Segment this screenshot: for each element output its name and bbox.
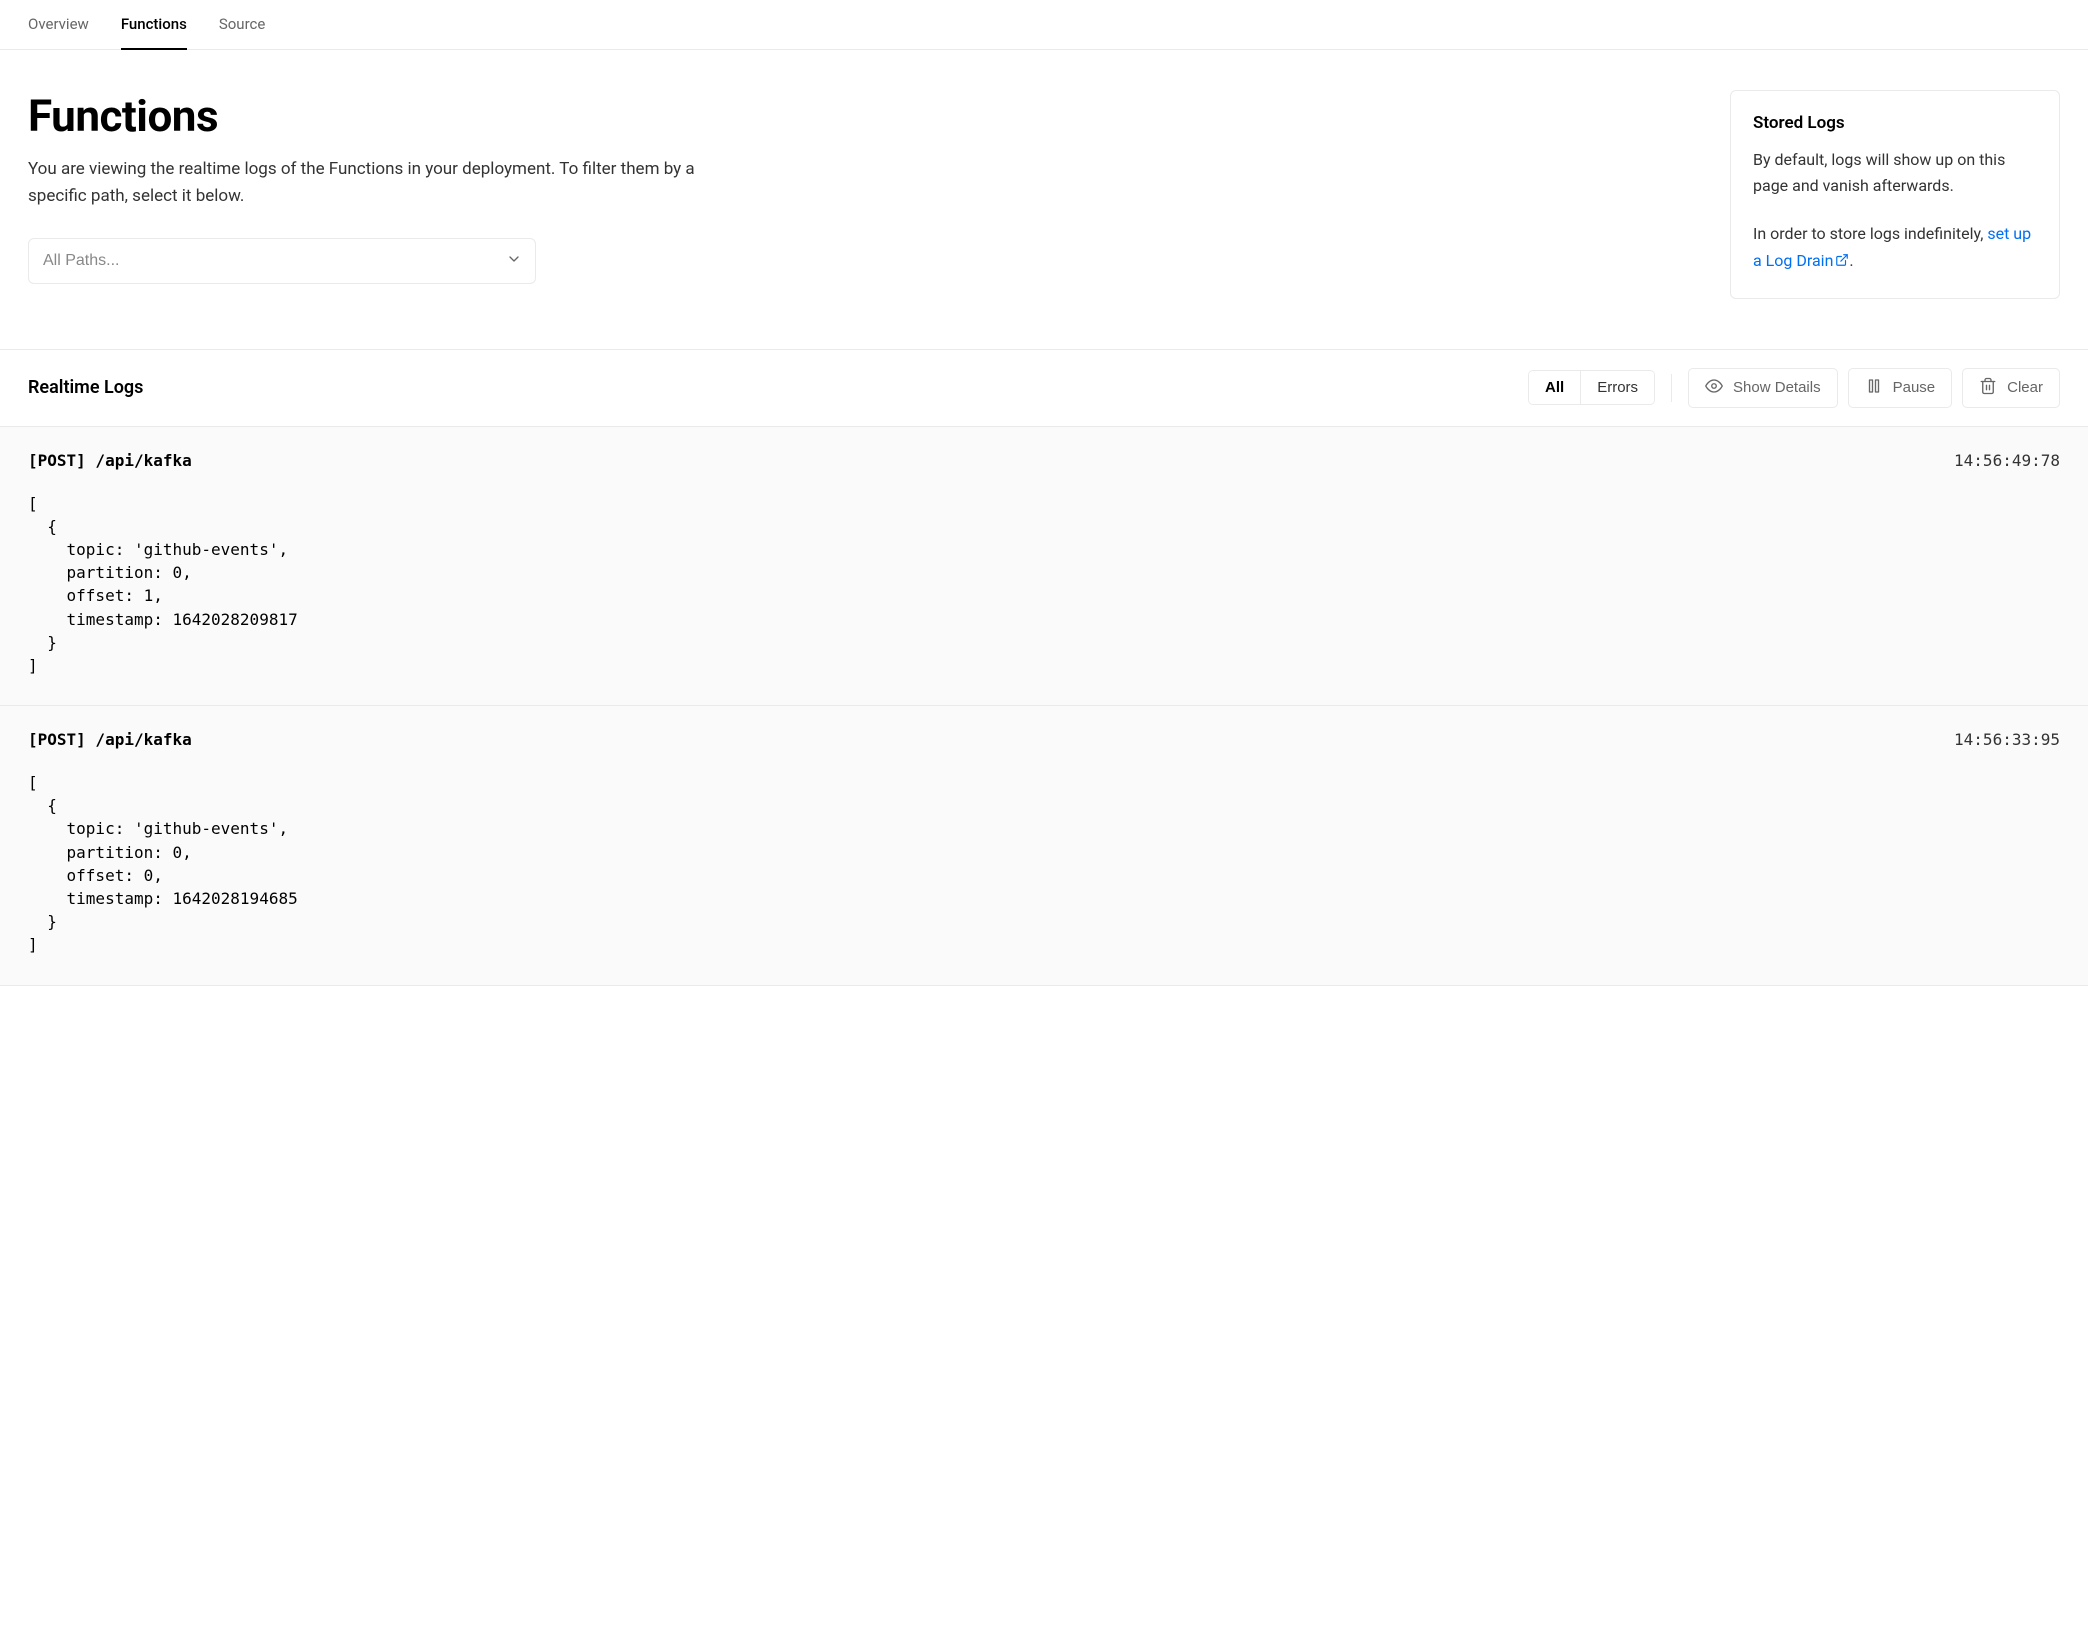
filter-all-button[interactable]: All [1529,371,1580,404]
log-time: 14:56:49:78 [1954,451,2060,470]
log-time: 14:56:33:95 [1954,730,2060,749]
eye-icon [1705,377,1723,399]
external-link-icon [1835,248,1849,275]
log-request: [POST] /api/kafka [28,451,192,470]
show-details-label: Show Details [1733,379,1821,396]
path-select-wrap: All Paths... [28,238,536,284]
log-filter-segmented: All Errors [1528,370,1655,405]
clear-button[interactable]: Clear [1962,368,2060,408]
pause-icon [1865,377,1883,399]
pause-button[interactable]: Pause [1848,368,1953,408]
logs-title: Realtime Logs [28,377,143,398]
deployment-tabs: Overview Functions Source [0,0,2088,50]
log-entry-body: [ { topic: 'github-events', partition: 0… [28,492,2060,678]
page-subtitle: You are viewing the realtime logs of the… [28,156,748,210]
clear-label: Clear [2007,379,2043,396]
path-select[interactable]: All Paths... [28,238,536,284]
logs-controls: All Errors Show Details Pause Clear [1528,368,2060,408]
tab-source[interactable]: Source [219,0,265,50]
main-column: Functions You are viewing the realtime l… [28,90,1682,284]
log-request: [POST] /api/kafka [28,730,192,749]
stored-logs-text-2b: . [1849,251,1853,270]
tab-overview[interactable]: Overview [28,0,89,50]
logs-body: [POST] /api/kafka 14:56:49:78 [ { topic:… [0,427,2088,986]
stored-logs-card: Stored Logs By default, logs will show u… [1730,90,2060,299]
log-entry-body: [ { topic: 'github-events', partition: 0… [28,771,2060,957]
tab-functions[interactable]: Functions [121,0,187,50]
page-content: Functions You are viewing the realtime l… [0,50,2088,349]
filter-errors-button[interactable]: Errors [1580,371,1654,404]
log-entry-head: [POST] /api/kafka 14:56:33:95 [28,730,2060,749]
logs-header: Realtime Logs All Errors Show Details Pa… [0,349,2088,427]
pause-label: Pause [1893,379,1936,396]
stored-logs-text-1: By default, logs will show up on this pa… [1753,147,2037,198]
log-entry: [POST] /api/kafka 14:56:33:95 [ { topic:… [0,706,2088,986]
log-entry: [POST] /api/kafka 14:56:49:78 [ { topic:… [0,427,2088,707]
show-details-button[interactable]: Show Details [1688,368,1838,408]
vertical-separator [1671,374,1672,402]
page-title: Functions [28,90,1682,142]
stored-logs-text-2a: In order to store logs indefinitely, [1753,224,1987,243]
trash-icon [1979,377,1997,399]
stored-logs-title: Stored Logs [1753,113,2037,133]
log-entry-head: [POST] /api/kafka 14:56:49:78 [28,451,2060,470]
stored-logs-text-2: In order to store logs indefinitely, set… [1753,220,2037,275]
